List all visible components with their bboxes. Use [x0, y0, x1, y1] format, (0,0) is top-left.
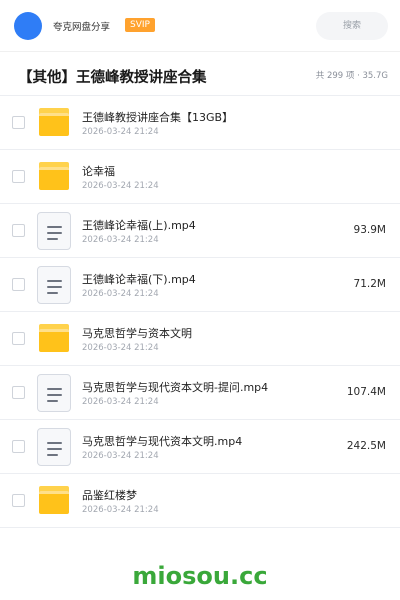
item-name: 论幸福	[82, 165, 115, 178]
list-item[interactable]: 马克思哲学与现代资本文明.mp4 2026-03-24 21:24 242.5M	[0, 420, 400, 474]
item-name: 马克思哲学与资本文明	[82, 327, 192, 340]
item-name: 王德峰教授讲座合集【13GB】	[82, 111, 234, 124]
select-checkbox[interactable]	[12, 386, 25, 399]
folder-meta: 共 299 项 · 35.7G	[315, 71, 388, 81]
select-checkbox[interactable]	[12, 494, 25, 507]
search-button[interactable]: 搜索	[316, 12, 388, 40]
item-size: 242.5M	[346, 440, 386, 452]
select-checkbox[interactable]	[12, 116, 25, 129]
watermark: miosou.cc	[132, 562, 268, 590]
folder-icon	[39, 486, 69, 514]
folder-icon	[39, 108, 69, 136]
header-bar: 夸克网盘分享 SVIP 搜索	[0, 0, 400, 52]
folder-icon	[39, 162, 69, 190]
svip-badge: SVIP	[125, 18, 155, 32]
item-date: 2026-03-24 21:24	[82, 343, 159, 353]
item-date: 2026-03-24 21:24	[82, 289, 159, 299]
item-name: 马克思哲学与现代资本文明.mp4	[82, 435, 243, 448]
app-name: 夸克网盘分享	[53, 22, 111, 33]
item-name: 王德峰论幸福(上).mp4	[82, 219, 196, 232]
list-item[interactable]: 马克思哲学与资本文明 2026-03-24 21:24	[0, 312, 400, 366]
item-name: 马克思哲学与现代资本文明-提问.mp4	[82, 381, 269, 394]
folder-header: 【其他】王德峰教授讲座合集 共 299 项 · 35.7G	[0, 52, 400, 96]
file-list: 王德峰教授讲座合集【13GB】 2026-03-24 21:24 论幸福 2026-0…	[0, 96, 400, 528]
folder-icon	[39, 324, 69, 352]
list-item[interactable]: 王德峰教授讲座合集【13GB】 2026-03-24 21:24	[0, 96, 400, 150]
item-size: 93.9M	[353, 224, 386, 236]
select-checkbox[interactable]	[12, 332, 25, 345]
list-item[interactable]: 论幸福 2026-03-24 21:24	[0, 150, 400, 204]
list-item[interactable]: 王德峰论幸福(上).mp4 2026-03-24 21:24 93.9M	[0, 204, 400, 258]
document-icon	[37, 374, 71, 412]
item-size: 107.4M	[346, 386, 386, 398]
item-date: 2026-03-24 21:24	[82, 451, 159, 461]
item-name: 品鉴红楼梦	[82, 489, 137, 502]
list-item[interactable]: 王德峰论幸福(下).mp4 2026-03-24 21:24 71.2M	[0, 258, 400, 312]
select-checkbox[interactable]	[12, 278, 25, 291]
item-date: 2026-03-24 21:24	[82, 127, 159, 137]
avatar[interactable]	[14, 12, 42, 40]
document-icon	[37, 428, 71, 466]
item-date: 2026-03-24 21:24	[82, 181, 159, 191]
item-name: 王德峰论幸福(下).mp4	[82, 273, 196, 286]
document-icon	[37, 266, 71, 304]
page-title: 【其他】王德峰教授讲座合集	[18, 70, 207, 86]
list-item[interactable]: 马克思哲学与现代资本文明-提问.mp4 2026-03-24 21:24 107.4…	[0, 366, 400, 420]
select-checkbox[interactable]	[12, 170, 25, 183]
item-size: 71.2M	[353, 278, 386, 290]
document-icon	[37, 212, 71, 250]
item-date: 2026-03-24 21:24	[82, 397, 159, 407]
select-checkbox[interactable]	[12, 440, 25, 453]
item-date: 2026-03-24 21:24	[82, 505, 159, 515]
list-item[interactable]: 品鉴红楼梦 2026-03-24 21:24	[0, 474, 400, 528]
item-date: 2026-03-24 21:24	[82, 235, 159, 245]
select-checkbox[interactable]	[12, 224, 25, 237]
